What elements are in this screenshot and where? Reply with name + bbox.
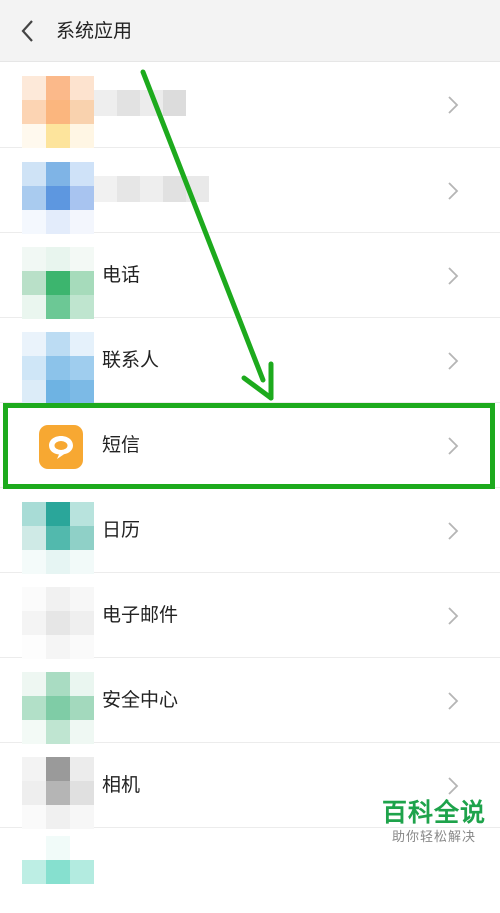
chevron-right-icon (448, 182, 459, 200)
list-item[interactable]: 电子邮件 (0, 573, 500, 659)
blurred-app-icon (22, 76, 94, 148)
list-item[interactable]: 电话 (0, 233, 500, 319)
blurred-label (94, 176, 209, 202)
calendar-app-icon (22, 502, 94, 574)
blurred-label (94, 90, 186, 116)
chevron-right-icon (448, 267, 459, 285)
chevron-left-icon[interactable] (18, 17, 38, 45)
list-item[interactable] (0, 148, 500, 234)
watermark-brand: 百科全说 (381, 798, 486, 827)
email-app-icon (22, 587, 94, 659)
chevron-right-icon (448, 692, 459, 710)
app-label: 安全中心 (102, 689, 179, 711)
list-item[interactable]: 日历 (0, 488, 500, 574)
watermark-slogan: 助你轻松解决 (391, 830, 476, 845)
phone-app-icon (22, 247, 94, 319)
app-label: 相机 (102, 774, 141, 796)
highlight-box (3, 403, 495, 489)
blurred-app-icon (22, 836, 94, 908)
chevron-right-icon (448, 607, 459, 625)
contacts-app-icon (22, 332, 94, 404)
camera-app-icon (22, 757, 94, 829)
app-label: 电子邮件 (102, 604, 179, 626)
security-app-icon (22, 672, 94, 744)
watermark: 百科全说 助你轻松解决 (382, 797, 486, 847)
chevron-right-icon (448, 777, 459, 795)
title-bar: 系统应用 (0, 0, 500, 62)
chevron-right-icon (448, 96, 459, 114)
app-label: 电话 (102, 264, 141, 286)
chevron-right-icon (448, 522, 459, 540)
list-item[interactable] (0, 62, 500, 148)
list-item[interactable]: 联系人 (0, 318, 500, 404)
blurred-app-icon (22, 162, 94, 234)
page-title: 系统应用 (56, 20, 133, 42)
app-label: 联系人 (102, 349, 160, 371)
list-item[interactable]: 安全中心 (0, 658, 500, 744)
app-label: 日历 (102, 519, 141, 541)
chevron-right-icon (448, 352, 459, 370)
